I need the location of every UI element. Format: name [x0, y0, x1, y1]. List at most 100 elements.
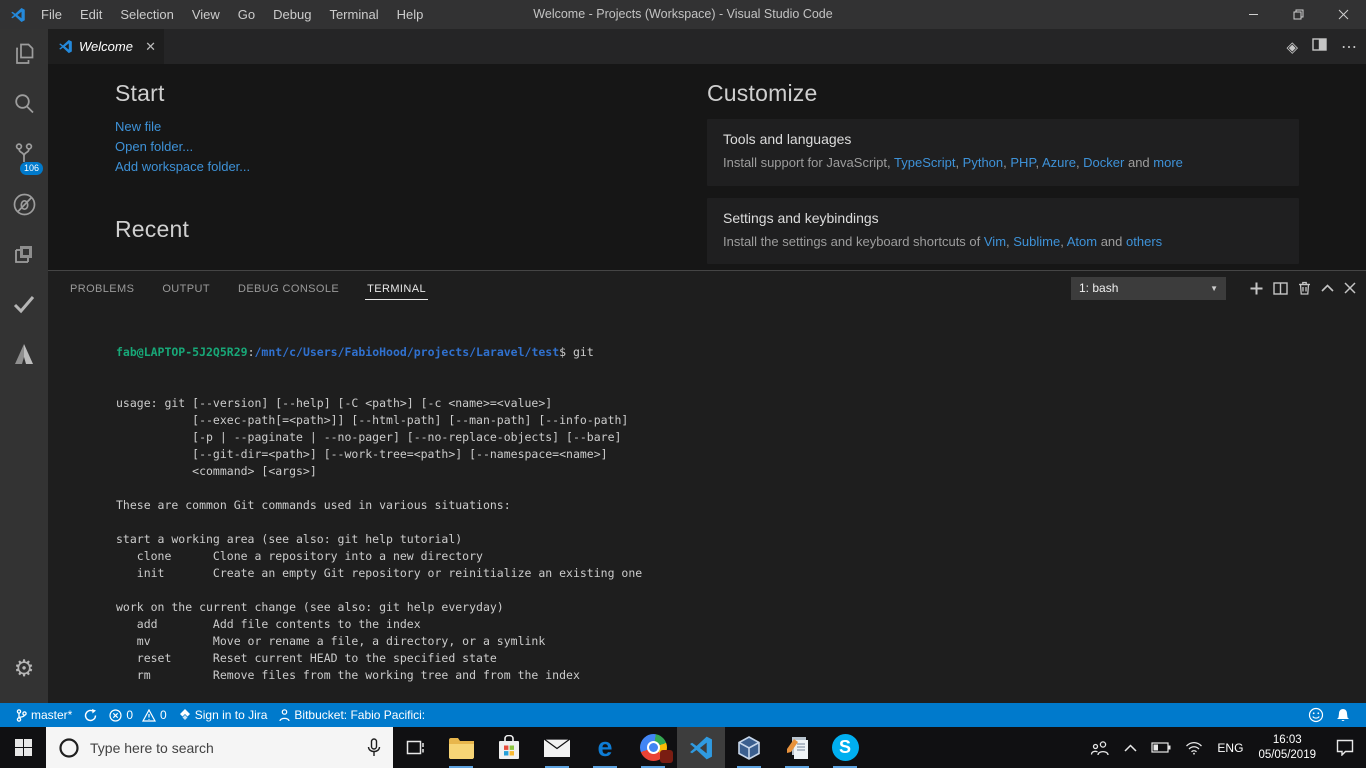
tray-chevron-icon[interactable] [1117, 727, 1144, 768]
check-icon[interactable] [0, 279, 48, 329]
more-actions-icon[interactable]: ⋯ [1341, 37, 1358, 57]
menu-help[interactable]: Help [388, 7, 433, 22]
branch-label: master* [31, 708, 73, 722]
language-indicator[interactable]: ENG [1210, 727, 1250, 768]
card-link[interactable]: PHP [1010, 155, 1035, 170]
chevron-down-icon: ▼ [1210, 283, 1218, 293]
taskbar: Type here to search e S ENG 16:03 05/05/… [0, 727, 1366, 768]
start-button[interactable] [0, 727, 46, 768]
taskbar-app-virtualbox[interactable] [725, 727, 773, 768]
bitbucket-icon [279, 708, 291, 721]
card-link[interactable]: Atom [1067, 234, 1097, 249]
people-icon[interactable] [1083, 727, 1117, 768]
card-link[interactable]: Docker [1083, 155, 1124, 170]
start-link-new-file[interactable]: New file [115, 119, 435, 134]
close-panel-icon[interactable] [1344, 282, 1356, 294]
taskbar-app-microsoft-store[interactable] [485, 727, 533, 768]
tray-date: 05/05/2019 [1258, 748, 1316, 761]
card-link[interactable]: TypeScript [894, 155, 955, 170]
screen: File Edit Selection View Go Debug Terminal Help… [0, 0, 1366, 768]
terminal-line: start a working area (see also: git help… [116, 532, 463, 546]
feedback-smiley-icon[interactable] [1302, 703, 1330, 727]
open-changes-icon[interactable]: ◈ [1286, 38, 1298, 56]
sync-status[interactable] [78, 703, 103, 727]
taskbar-app-vscode[interactable] [677, 727, 725, 768]
edge-icon: e [597, 732, 613, 762]
split-terminal-icon[interactable] [1273, 281, 1288, 295]
panel-tab-debug-console[interactable]: DEBUG CONSOLE [236, 277, 341, 300]
card-link[interactable]: Sublime [1013, 234, 1060, 249]
settings-gear-icon[interactable]: ⚙ [0, 643, 48, 693]
menu-file[interactable]: File [32, 7, 71, 22]
maximize-panel-icon[interactable] [1321, 284, 1334, 292]
customize-heading: Customize [707, 80, 818, 106]
chrome-overlay-badge [660, 750, 673, 763]
jira-label: Sign in to Jira [194, 708, 268, 722]
start-link-add-workspace-folder[interactable]: Add workspace folder... [115, 159, 435, 174]
terminal-line: reset Reset current HEAD to the specifie… [116, 651, 497, 665]
explorer-icon[interactable] [0, 29, 48, 79]
start-link-open-folder[interactable]: Open folder... [115, 139, 435, 154]
taskbar-search[interactable]: Type here to search [46, 727, 393, 768]
vscode-icon [690, 736, 712, 759]
clock[interactable]: 16:03 05/05/2019 [1250, 727, 1324, 768]
taskbar-app-edge[interactable]: e [581, 727, 629, 768]
menu-terminal[interactable]: Terminal [320, 7, 387, 22]
panel-tab-problems[interactable]: PROBLEMS [68, 277, 136, 300]
menu-edit[interactable]: Edit [71, 7, 111, 22]
customize-card-1[interactable]: Settings and keybindings Install the sett… [707, 197, 1299, 265]
split-editor-icon[interactable] [1312, 37, 1327, 56]
action-center-icon[interactable] [1324, 727, 1366, 768]
menu-go[interactable]: Go [229, 7, 264, 22]
terminal-shell-select[interactable]: 1: bash ▼ [1071, 276, 1226, 300]
card-link[interactable]: Vim [984, 234, 1006, 249]
git-branch-icon [16, 708, 27, 722]
errors-count: 0 [126, 708, 134, 722]
source-control-icon[interactable]: 106 [0, 129, 48, 179]
taskbar-app-mail[interactable] [533, 727, 581, 768]
minimize-icon[interactable] [1231, 0, 1276, 29]
bitbucket-status[interactable]: Bitbucket: Fabio Pacifici: [273, 703, 431, 727]
customize-card-0[interactable]: Tools and languages Install support for J… [707, 119, 1299, 186]
close-icon[interactable] [1321, 0, 1366, 29]
microphone-icon[interactable] [367, 738, 381, 757]
debug-icon[interactable] [0, 179, 48, 229]
menu-selection[interactable]: Selection [111, 7, 182, 22]
card-link[interactable]: more [1153, 155, 1183, 170]
window-title: Welcome - Projects (Workspace) - Visual … [533, 7, 833, 21]
terminal-path: /mnt/c/Users/FabioHood/projects/Laravel/… [254, 345, 560, 359]
new-terminal-icon[interactable] [1250, 282, 1263, 295]
cortana-icon [59, 737, 79, 758]
menu-debug[interactable]: Debug [264, 7, 320, 22]
battery-icon[interactable] [1144, 727, 1178, 768]
menu-view[interactable]: View [183, 7, 229, 22]
search-icon[interactable] [0, 79, 48, 129]
taskbar-app-chrome[interactable] [629, 727, 677, 768]
tab-close-icon[interactable]: ✕ [145, 39, 156, 55]
card-link[interactable]: Python [963, 155, 1003, 170]
jira-signin-status[interactable]: Sign in to Jira [173, 703, 274, 727]
wifi-icon[interactable] [1178, 727, 1210, 768]
panel-tab-output[interactable]: OUTPUT [160, 277, 212, 300]
restore-icon[interactable] [1276, 0, 1321, 29]
extensions-icon[interactable] [0, 229, 48, 279]
kill-terminal-icon[interactable] [1298, 281, 1311, 295]
atlassian-icon[interactable] [0, 329, 48, 379]
git-branch-status[interactable]: master* [10, 703, 78, 727]
panel-tab-terminal[interactable]: TERMINAL [365, 277, 428, 300]
taskbar-app-skype[interactable]: S [821, 727, 869, 768]
customize-card-title: Tools and languages [723, 131, 852, 147]
taskbar-app-file-explorer[interactable] [437, 727, 485, 768]
tab-welcome[interactable]: Welcome ✕ [48, 29, 164, 64]
terminal-line: rm Remove files from the working tree an… [116, 668, 580, 682]
notifications-bell-icon[interactable] [1330, 703, 1356, 727]
card-link[interactable]: others [1126, 234, 1162, 249]
taskbar-app-documents[interactable] [773, 727, 821, 768]
customize-card-desc: Install support for JavaScript, TypeScri… [723, 154, 1283, 172]
task-view-icon[interactable] [393, 727, 437, 768]
problems-status[interactable]: 0 0 [103, 703, 172, 727]
card-text: and [1097, 233, 1127, 249]
terminal-output[interactable]: fab@LAPTOP-5J2Q5R29:/mnt/c/Users/FabioHo… [48, 305, 1366, 703]
card-link[interactable]: Azure [1042, 155, 1076, 170]
